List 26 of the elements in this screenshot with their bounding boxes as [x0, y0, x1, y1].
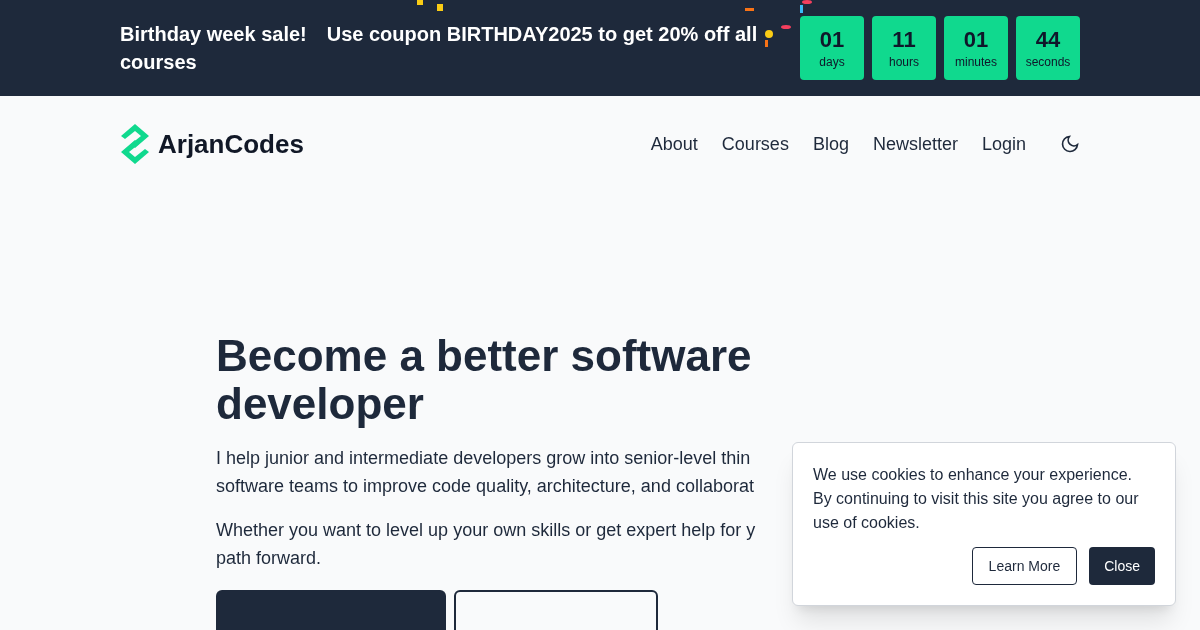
- confetti-drawing: [764, 22, 794, 48]
- hero-heading: Become a better software developer: [216, 332, 753, 428]
- sale-announcement: Birthday week sale! Use coupon BIRTHDAY2025 to get 20% off all courses: [120, 22, 759, 75]
- countdown-unit: seconds: [1025, 54, 1071, 70]
- hero-text: path forward.: [216, 547, 322, 570]
- countdown-value: 01: [963, 26, 989, 54]
- cookie-message: We use cookies to enhance your experience. By continuing to visit this site you agree to our use of cookies.: [813, 465, 1140, 533]
- nav-link[interactable]: About: [650, 130, 698, 158]
- countdown-unit: hours: [889, 54, 919, 70]
- cookie-button[interactable]: Learn More: [971, 547, 1078, 585]
- countdown-value: 11: [892, 26, 916, 54]
- hero-text: I help junior and intermediate developers grow into senior-level thin: [216, 447, 751, 470]
- hero-text: Whether you want to level up your own skills or get expert help for y: [216, 519, 756, 542]
- cookie-button[interactable]: Close: [1089, 547, 1155, 585]
- nav-link[interactable]: Newsletter: [872, 130, 958, 158]
- countdown-value: 01: [819, 26, 845, 54]
- countdown-unit: minutes: [955, 54, 997, 70]
- nav-link[interactable]: Login: [981, 130, 1026, 158]
- logo-text[interactable]: ArjanCodes: [158, 124, 304, 164]
- nav-link[interactable]: Courses: [721, 130, 789, 158]
- moon-icon[interactable]: [1060, 134, 1080, 154]
- nav-link[interactable]: Blog: [812, 130, 849, 158]
- countdown-unit: days: [819, 54, 845, 70]
- hero-text: software teams to improve code quality, architecture, and collaborat: [216, 475, 754, 498]
- logo-icon: [120, 124, 150, 164]
- countdown-value: 44: [1035, 26, 1061, 54]
